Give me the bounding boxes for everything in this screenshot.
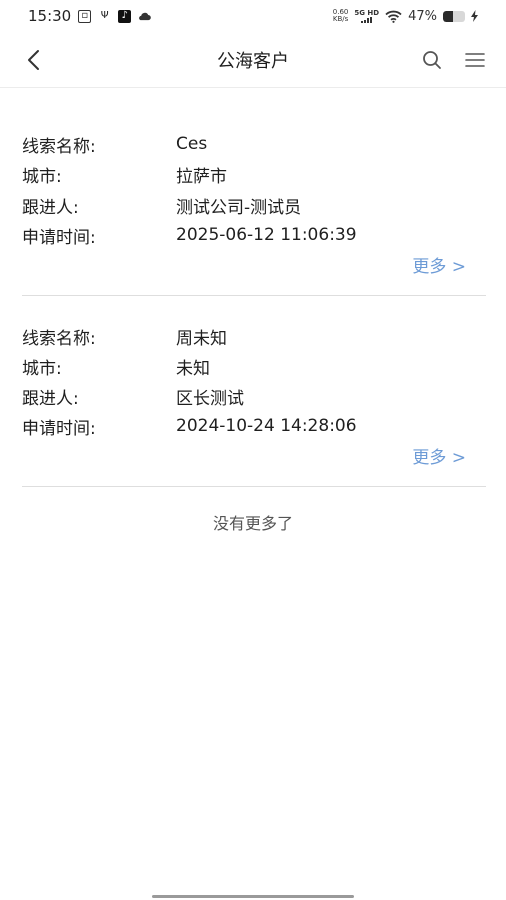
field-row-follower: 跟进人: 测试公司-测试员	[22, 193, 302, 218]
field-label: 申请时间:	[22, 418, 96, 439]
field-value: 区长测试	[176, 388, 244, 409]
battery-icon	[443, 10, 465, 22]
field-value: Ces	[176, 134, 208, 154]
home-indicator[interactable]	[152, 895, 354, 898]
field-label: 跟进人:	[22, 197, 79, 218]
battery-fill	[443, 10, 454, 22]
customer-card: 线索名称: 周未知 城市: 未知 跟进人: 区长测试 申请时间: 2024-10…	[22, 296, 486, 487]
charging-icon	[471, 10, 478, 22]
cloud-icon	[138, 10, 152, 23]
menu-button[interactable]	[459, 44, 491, 76]
battery-percent: 47%	[408, 8, 437, 24]
chevron-left-icon	[28, 50, 39, 70]
field-value: 拉萨市	[176, 166, 227, 187]
gallery-notification-icon: ▫	[78, 9, 92, 23]
field-label: 线索名称:	[22, 136, 96, 157]
field-row-city: 城市: 拉萨市	[22, 162, 227, 187]
wifi-icon	[385, 10, 402, 23]
field-value: 测试公司-测试员	[176, 197, 302, 218]
status-left: 15:30 ▫ Ψ ♪	[28, 7, 152, 25]
field-row-apply-time: 申请时间: 2024-10-24 14:28:06	[22, 414, 357, 439]
customer-card: 线索名称: Ces 城市: 拉萨市 跟进人: 测试公司-测试员 申请时间: 20…	[22, 88, 486, 296]
field-label: 线索名称:	[22, 328, 96, 349]
search-button[interactable]	[416, 44, 448, 76]
more-link[interactable]: 更多 >	[412, 252, 466, 277]
tiktok-icon: ♪	[118, 9, 132, 23]
cellular-signal-icon: 5G HD	[354, 8, 380, 23]
network-type: 5G HD	[354, 8, 380, 17]
field-row-lead-name: 线索名称: Ces	[22, 132, 208, 157]
status-bar: 15:30 ▫ Ψ ♪ 0.60 KB/s 5G HD 47%	[0, 0, 506, 32]
field-label: 申请时间:	[22, 227, 96, 248]
no-more-text: 没有更多了	[212, 514, 293, 533]
field-row-follower: 跟进人: 区长测试	[22, 384, 244, 409]
customer-list: 线索名称: Ces 城市: 拉萨市 跟进人: 测试公司-测试员 申请时间: 20…	[22, 88, 486, 487]
field-label: 跟进人:	[22, 388, 79, 409]
menu-icon	[465, 53, 485, 67]
status-time: 15:30	[28, 7, 72, 25]
field-row-lead-name: 线索名称: 周未知	[22, 324, 227, 349]
search-icon	[423, 51, 441, 69]
field-value: 2024-10-24 14:28:06	[176, 416, 357, 436]
field-value: 未知	[176, 358, 210, 379]
field-row-city: 城市: 未知	[22, 354, 210, 379]
network-speed: 0.60 KB/s	[333, 9, 349, 23]
field-value: 2025-06-12 11:06:39	[176, 225, 357, 245]
back-button[interactable]	[17, 44, 49, 76]
field-value: 周未知	[176, 328, 227, 349]
more-link[interactable]: 更多 >	[412, 443, 466, 468]
nav-bar: 公海客户	[0, 32, 506, 88]
field-row-apply-time: 申请时间: 2025-06-12 11:06:39	[22, 223, 357, 248]
speed-unit: KB/s	[332, 15, 349, 23]
field-label: 城市:	[22, 358, 62, 379]
field-label: 城市:	[22, 166, 62, 187]
usb-icon: Ψ	[100, 10, 109, 21]
status-right: 0.60 KB/s 5G HD 47%	[333, 9, 478, 24]
